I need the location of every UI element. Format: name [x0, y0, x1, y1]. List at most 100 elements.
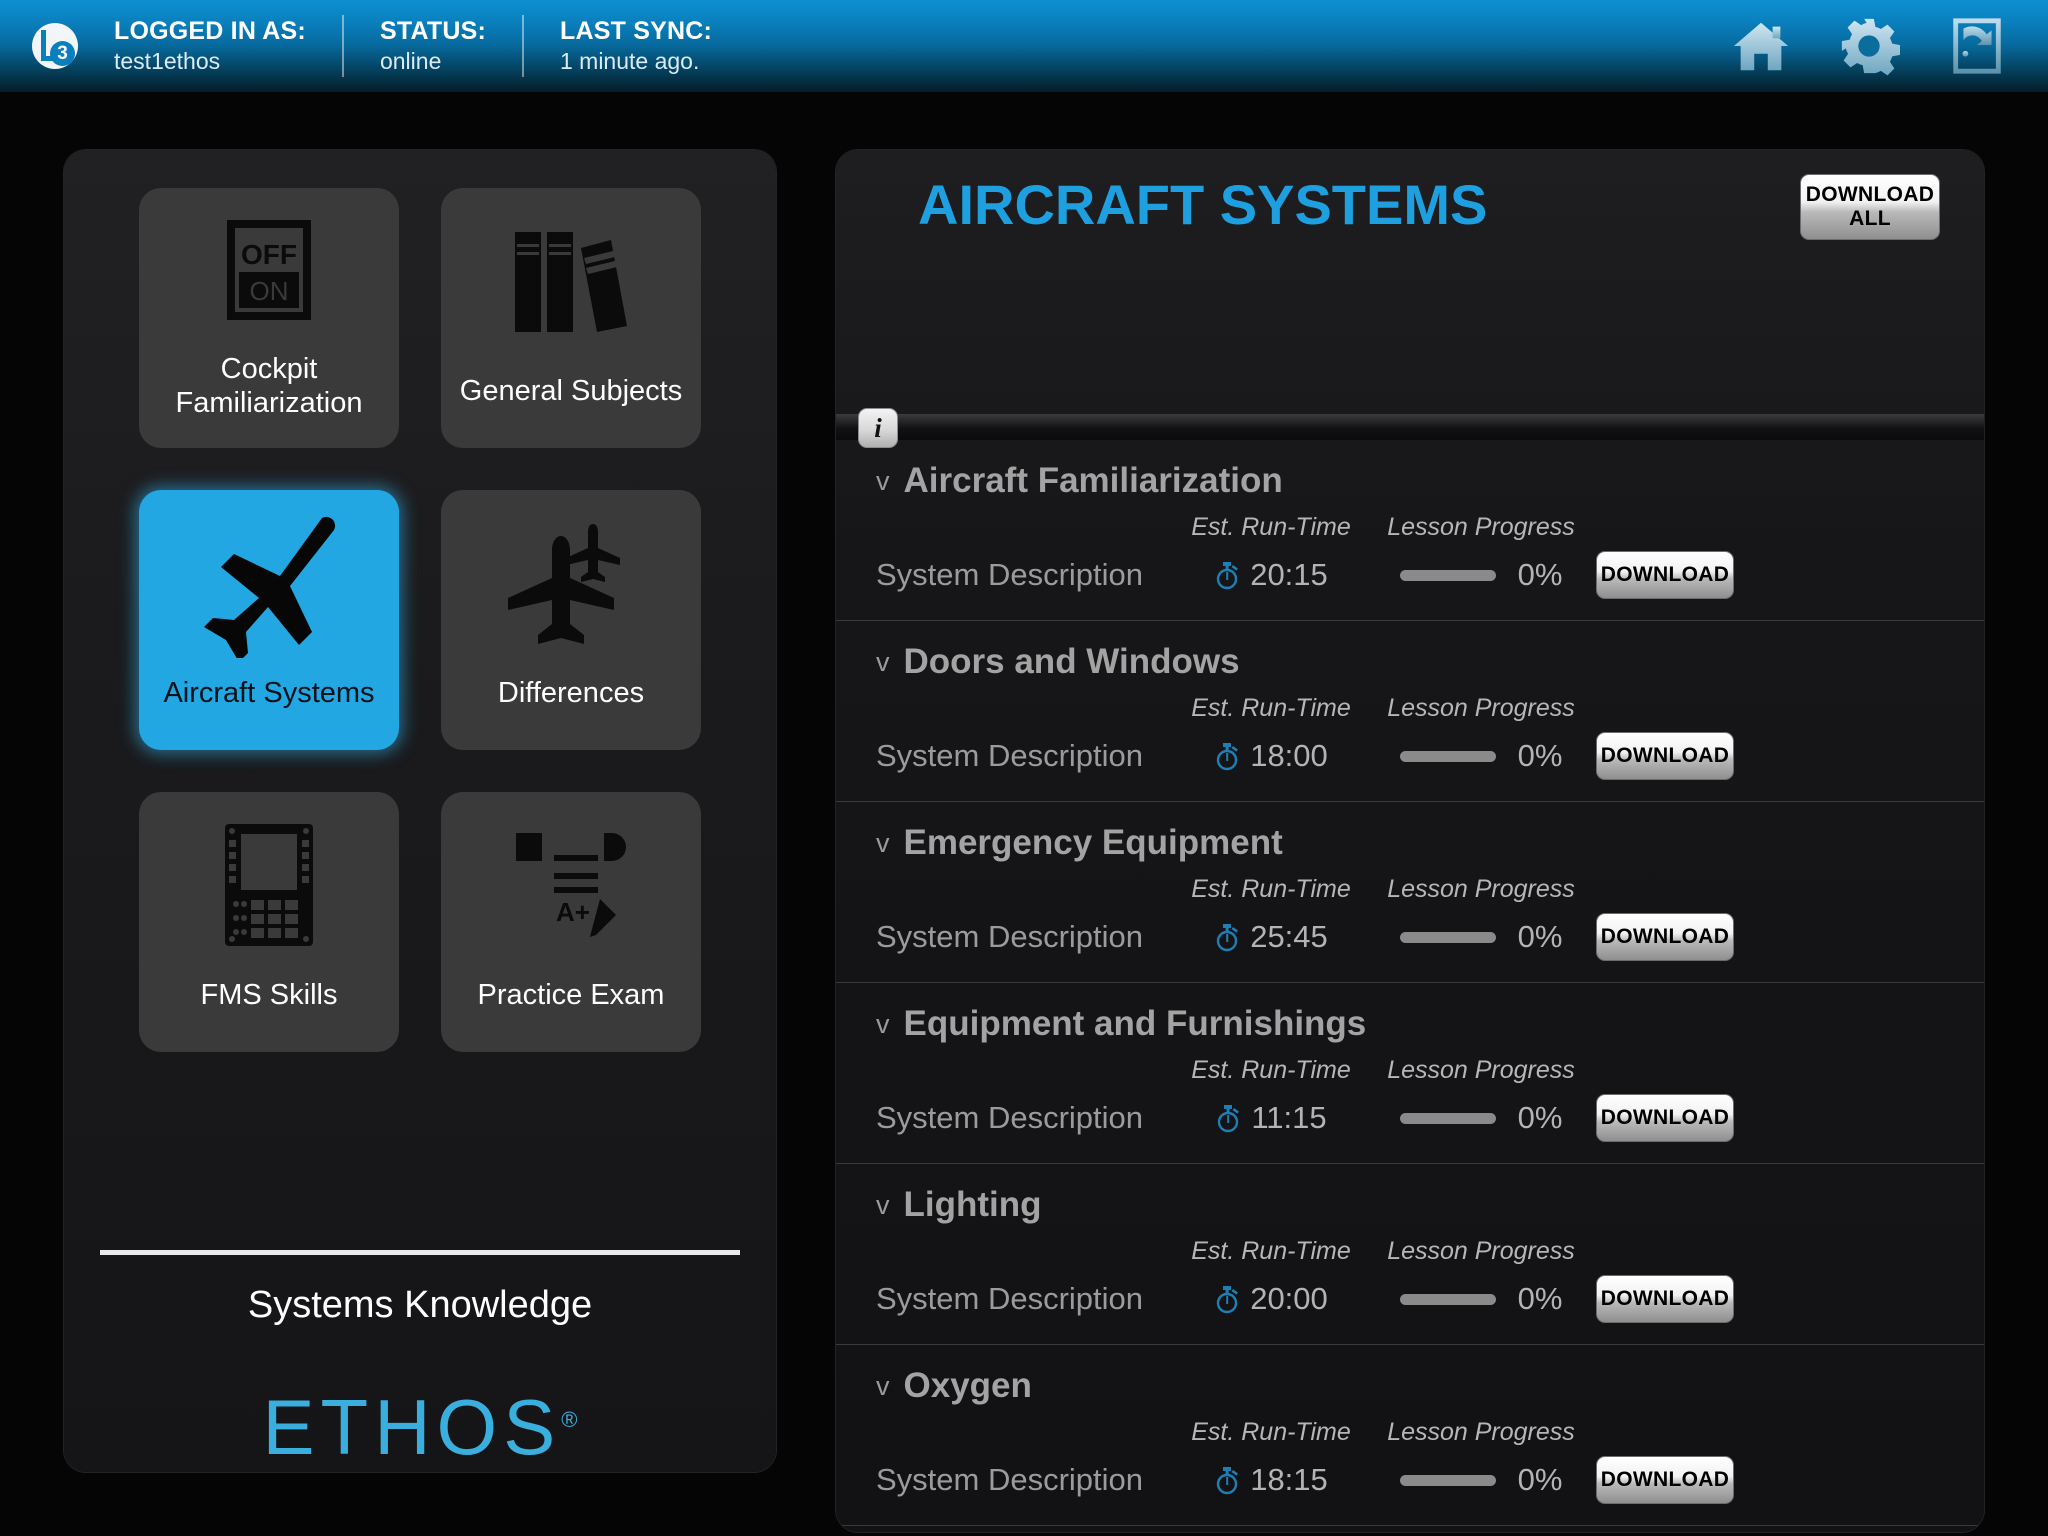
- lesson-progress: 0%: [1366, 1461, 1596, 1499]
- logged-in-as-group: LOGGED IN AS: test1ethos: [78, 15, 342, 77]
- chevron-down-icon[interactable]: v: [876, 1191, 890, 1219]
- section-header[interactable]: v Oxygen: [836, 1365, 1984, 1407]
- progress-bar: [1399, 1474, 1496, 1486]
- status-label: STATUS:: [379, 17, 486, 45]
- lesson-sections-scroll[interactable]: v Aircraft Familiarization Est. Run-Time…: [836, 440, 1984, 1532]
- runtime-value: 20:00: [1250, 1281, 1328, 1316]
- lesson-row[interactable]: System Description 25:45 0% DOWNLOAD: [836, 906, 1984, 968]
- column-header-runtime: Est. Run-Time: [1191, 513, 1351, 541]
- status-value: online: [379, 48, 442, 74]
- section-header[interactable]: v Doors and Windows: [836, 641, 1984, 683]
- lesson-section: v Lighting Est. Run-Time Lesson Progress…: [836, 1163, 1984, 1344]
- lesson-progress: 0%: [1366, 1099, 1596, 1137]
- section-header[interactable]: v Lighting: [836, 1184, 1984, 1226]
- stopwatch-icon: [1217, 743, 1239, 771]
- chevron-down-icon[interactable]: v: [876, 467, 890, 495]
- home-icon[interactable]: [1730, 15, 1792, 77]
- tile-label: Practice Exam: [477, 979, 665, 1011]
- chevron-down-icon[interactable]: v: [876, 1372, 890, 1400]
- runtime-value: 18:00: [1250, 738, 1328, 773]
- gear-icon[interactable]: [1838, 15, 1900, 77]
- column-headers: Est. Run-Time Lesson Progress: [836, 1230, 1984, 1266]
- logout-door-icon[interactable]: [1946, 15, 2008, 77]
- lesson-name: System Description: [876, 738, 1144, 773]
- tile-aircraft-systems[interactable]: Aircraft Systems: [139, 490, 399, 750]
- lesson-row[interactable]: System Description 20:00 0% DOWNLOAD: [836, 1268, 1984, 1330]
- section-header[interactable]: v Aircraft Familiarization: [836, 460, 1984, 502]
- registered-mark: ®: [561, 1407, 578, 1432]
- section-title: Doors and Windows: [903, 642, 1240, 681]
- progress-percent: 0%: [1517, 557, 1563, 592]
- chevron-down-icon[interactable]: v: [876, 1010, 890, 1038]
- progress-bar: [1399, 750, 1496, 762]
- last-sync-group: LAST SYNC: 1 minute ago.: [521, 15, 748, 77]
- tile-label: General Subjects: [459, 375, 683, 407]
- runtime-value: 18:15: [1250, 1462, 1328, 1497]
- column-header-progress: Lesson Progress: [1387, 513, 1575, 541]
- progress-percent: 0%: [1517, 1281, 1563, 1316]
- column-headers: Est. Run-Time Lesson Progress: [836, 506, 1984, 542]
- lesson-runtime: 20:00: [1176, 1280, 1366, 1318]
- lesson-row[interactable]: System Description 20:15 0% DOWNLOAD: [836, 544, 1984, 606]
- column-header-runtime: Est. Run-Time: [1191, 694, 1351, 722]
- column-headers: Est. Run-Time Lesson Progress: [836, 868, 1984, 904]
- tile-fms-skills[interactable]: FMS Skills: [139, 792, 399, 1052]
- section-title: Emergency Equipment: [903, 823, 1283, 862]
- header-separator-ribbon: [836, 414, 1984, 440]
- lesson-row[interactable]: System Description 18:00 0% DOWNLOAD: [836, 725, 1984, 787]
- column-headers: Est. Run-Time Lesson Progress: [836, 1411, 1984, 1447]
- download-button[interactable]: DOWNLOAD: [1596, 1275, 1734, 1323]
- stopwatch-icon: [1217, 1467, 1239, 1495]
- app-stage: OFF ON Cockpit Familiarization General S…: [0, 92, 2048, 1536]
- download-button[interactable]: DOWNLOAD: [1596, 1094, 1734, 1142]
- download-button[interactable]: DOWNLOAD: [1596, 732, 1734, 780]
- lesson-section: v Emergency Equipment Est. Run-Time Less…: [836, 801, 1984, 982]
- section-header[interactable]: v Equipment and Furnishings: [836, 1003, 1984, 1045]
- column-header-runtime: Est. Run-Time: [1191, 1056, 1351, 1084]
- category-sidebar: OFF ON Cockpit Familiarization General S…: [64, 150, 776, 1472]
- category-tile-grid: OFF ON Cockpit Familiarization General S…: [64, 150, 776, 1052]
- tile-practice-exam[interactable]: A+ Practice Exam: [441, 792, 701, 1052]
- download-all-line1: DOWNLOAD: [1805, 183, 1935, 206]
- tile-label-line1: Cockpit: [220, 353, 318, 385]
- logged-in-as-value: test1ethos: [114, 48, 221, 74]
- logged-in-as-label: LOGGED IN AS:: [114, 17, 306, 45]
- download-button[interactable]: DOWNLOAD: [1596, 551, 1734, 599]
- lesson-progress: 0%: [1366, 918, 1596, 956]
- chevron-down-icon[interactable]: v: [876, 829, 890, 857]
- status-group: STATUS: online: [341, 15, 522, 77]
- airplane-diagonal-icon: [139, 490, 399, 676]
- column-header-progress: Lesson Progress: [1387, 1418, 1575, 1446]
- download-all-button[interactable]: DOWNLOAD ALL: [1800, 174, 1940, 240]
- page-title: AIRCRAFT SYSTEMS: [918, 173, 1488, 236]
- sidebar-divider: [100, 1250, 740, 1255]
- progress-bar: [1399, 569, 1496, 581]
- tile-label: Differences: [497, 677, 645, 709]
- lesson-runtime: 20:15: [1176, 556, 1366, 594]
- lesson-runtime: 18:00: [1176, 737, 1366, 775]
- progress-bar: [1399, 1293, 1496, 1305]
- lesson-row[interactable]: System Description 18:15 0% DOWNLOAD: [836, 1449, 1984, 1511]
- two-airplanes-icon: [441, 490, 701, 676]
- lesson-section: v Equipment and Furnishings Est. Run-Tim…: [836, 982, 1984, 1163]
- tile-differences[interactable]: Differences: [441, 490, 701, 750]
- lesson-section: v Doors and Windows Est. Run-Time Lesson…: [836, 620, 1984, 801]
- section-header[interactable]: v Emergency Equipment: [836, 822, 1984, 864]
- tile-label: FMS Skills: [200, 979, 338, 1011]
- tile-general-subjects[interactable]: General Subjects: [441, 188, 701, 448]
- column-header-progress: Lesson Progress: [1387, 1237, 1575, 1265]
- progress-bar: [1399, 1112, 1496, 1124]
- stopwatch-icon: [1217, 1286, 1239, 1314]
- progress-percent: 0%: [1517, 1100, 1563, 1135]
- download-button[interactable]: DOWNLOAD: [1596, 1456, 1734, 1504]
- tile-cockpit-familiarization[interactable]: OFF ON Cockpit Familiarization: [139, 188, 399, 448]
- lesson-runtime: 25:45: [1176, 918, 1366, 956]
- progress-percent: 0%: [1517, 738, 1563, 773]
- download-button[interactable]: DOWNLOAD: [1596, 913, 1734, 961]
- off-on-switch-icon: OFF ON: [139, 188, 399, 352]
- section-title: Equipment and Furnishings: [903, 1004, 1367, 1043]
- lesson-name: System Description: [876, 1281, 1144, 1316]
- lesson-row[interactable]: System Description 11:15 0% DOWNLOAD: [836, 1087, 1984, 1149]
- fms-keypad-icon: [139, 792, 399, 978]
- chevron-down-icon[interactable]: v: [876, 648, 890, 676]
